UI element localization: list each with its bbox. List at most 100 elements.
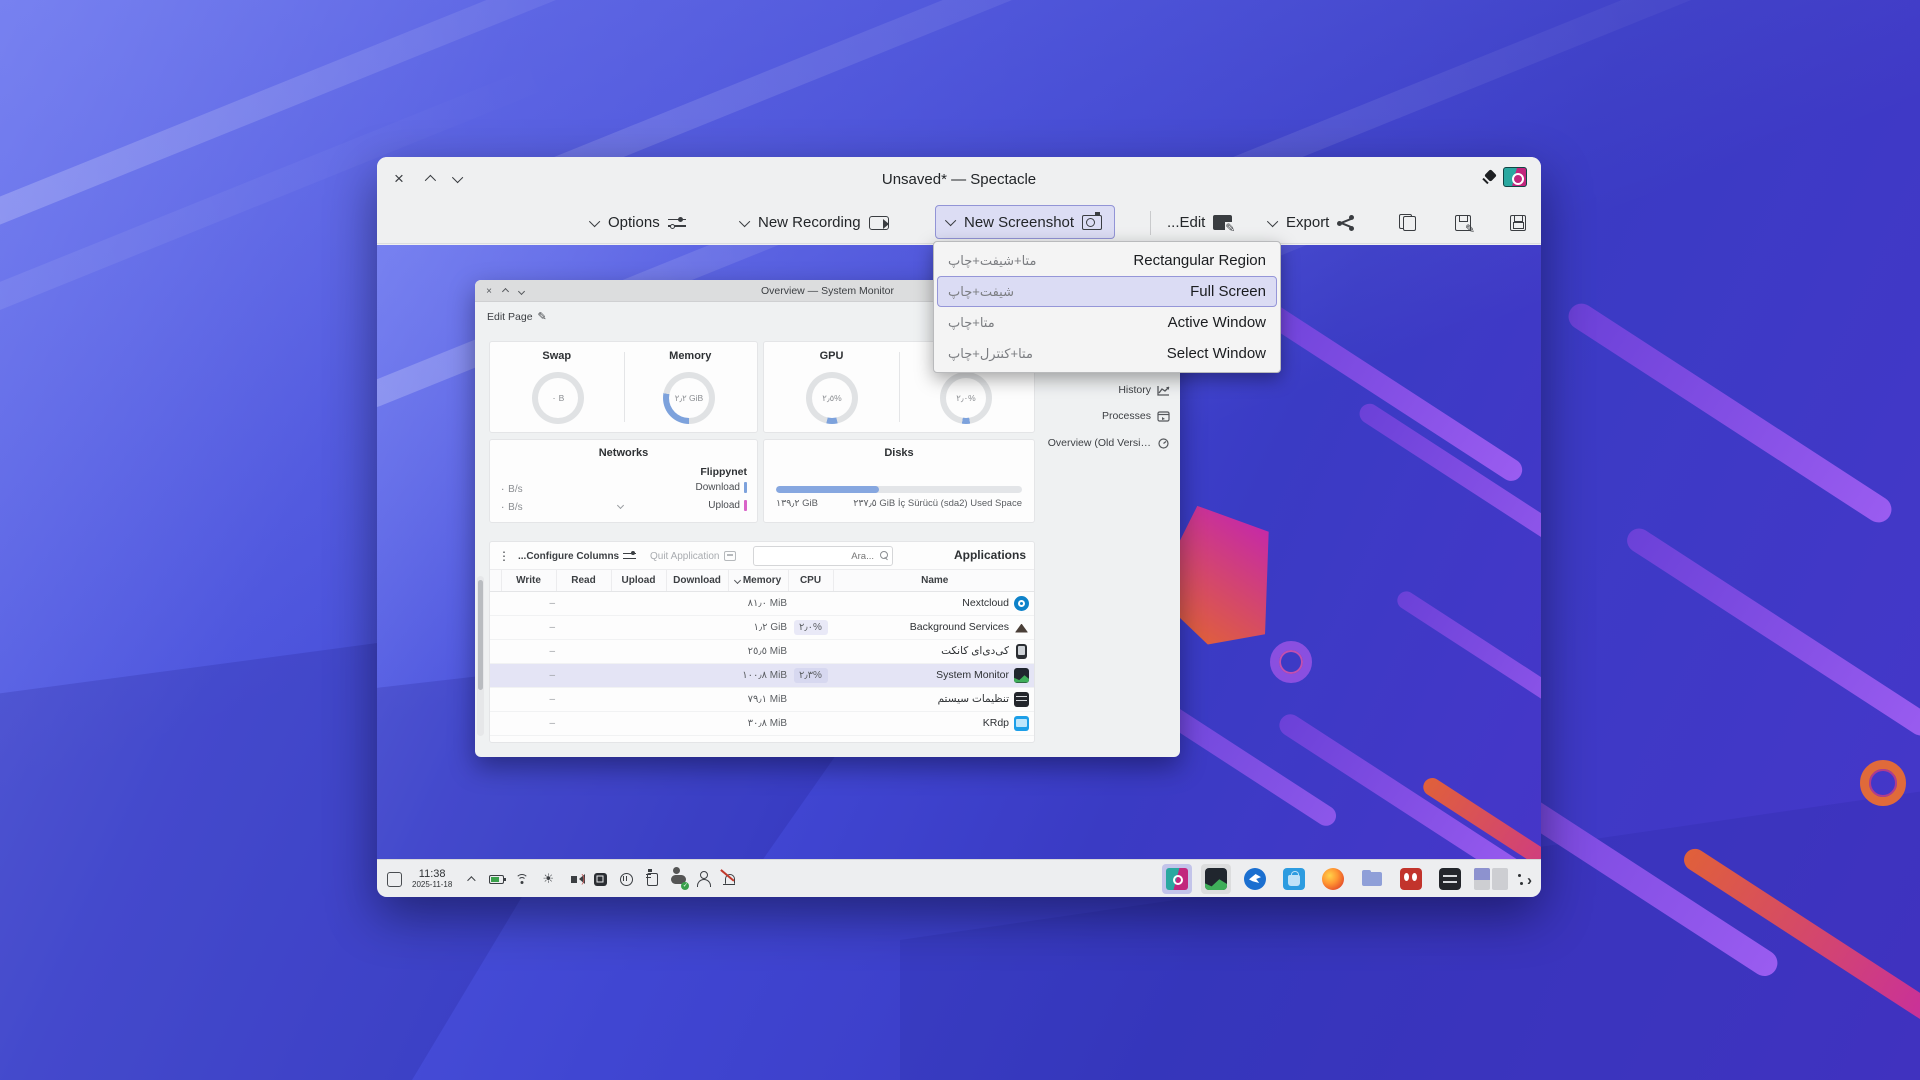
options-button[interactable]: Options	[592, 201, 686, 244]
menu-item-full-screen[interactable]: شيفت+چاپ Full Screen	[937, 276, 1277, 307]
memory-gauge: ٢٫٢ GiB	[663, 372, 715, 424]
col-cpu[interactable]: CPU	[788, 570, 833, 591]
task-kde-app	[1240, 864, 1270, 894]
pin-icon[interactable]	[1479, 171, 1495, 187]
save-button[interactable]	[1510, 201, 1526, 244]
eyes-app-icon	[1400, 868, 1422, 890]
wifi-icon	[514, 871, 530, 887]
spectacle-titlebar[interactable]: × Unsaved* — Spectacle	[377, 157, 1541, 201]
save-as-button[interactable]	[1455, 201, 1471, 244]
new-recording-label: New Recording	[758, 214, 861, 231]
edit-page-button: Edit Page ✎	[487, 310, 547, 323]
show-desktop-icon: ›	[1517, 871, 1533, 887]
upload-legend-bar	[744, 500, 747, 511]
task-spectacle	[1162, 864, 1192, 894]
menu-item-active-window[interactable]: متا+چاپ Active Window	[937, 307, 1277, 338]
system-monitor-task-icon	[1205, 868, 1227, 890]
disks-title: Disks	[764, 447, 1034, 459]
copy-button[interactable]	[1399, 201, 1416, 244]
overflow-menu-button[interactable]: ⋮	[498, 542, 510, 570]
wallpaper-rod	[1564, 299, 1897, 528]
sidebar-item-history[interactable]: History	[1118, 384, 1170, 396]
col-read[interactable]: Read	[556, 570, 611, 591]
col-name[interactable]: Name	[833, 570, 1035, 591]
gpu-value: ٢٫٥%	[822, 393, 841, 404]
settings-dark-icon	[1439, 868, 1461, 890]
card-divider	[899, 352, 900, 422]
table-row[interactable]: – ٢٥٫٥ MiB کی‌دی‌ای کانکت	[490, 639, 1035, 663]
kde-app-icon	[1244, 868, 1266, 890]
menu-item-label: Rectangular Region	[1133, 252, 1266, 269]
share-icon	[1337, 215, 1355, 231]
pencil-icon: ✎	[538, 310, 547, 323]
sidebar-item-processes[interactable]: Processes	[1102, 410, 1170, 422]
configure-columns-button[interactable]: ...Configure Columns	[518, 542, 636, 570]
swap-memory-card: Swap ٠ B Memory ٢٫٢ GiB	[489, 341, 758, 433]
menu-item-label: Full Screen	[1190, 283, 1266, 300]
history-chart-icon	[1157, 385, 1170, 396]
spectacle-window: × Unsaved* — Spectacle Options New Recor…	[377, 157, 1541, 897]
search-field[interactable]	[753, 546, 893, 566]
disk-usage-text: ١٣٩٫٢ GiB ٢٣٧٫٥ GiB İç Sürücü (sda2) Use…	[776, 498, 1022, 509]
toolbar-separator	[1150, 211, 1151, 235]
scrollbar-thumb[interactable]	[478, 580, 483, 690]
upload-value: ٠ B/s	[500, 502, 523, 513]
table-header-row: Write Read Upload Download Memory CPU Na…	[490, 570, 1035, 591]
task-dolphin	[1357, 864, 1387, 894]
shortcut-label: متا+شيفت+چاپ	[948, 253, 1036, 269]
edit-button[interactable]: ...Edit	[1167, 201, 1232, 244]
save-icon	[1510, 215, 1526, 231]
gpu-gauge: ٢٫٥%	[806, 372, 858, 424]
applications-title: Applications	[954, 548, 1026, 562]
gpu-title: GPU	[764, 350, 899, 362]
sliders-icon	[623, 551, 636, 561]
copy-icon	[1399, 214, 1416, 231]
chevron-down-icon	[1267, 215, 1278, 226]
chevron-down-icon	[739, 215, 750, 226]
task-settings	[1435, 864, 1465, 894]
memory-value: ٢٫٢ GiB	[675, 393, 703, 404]
wallpaper-rod	[1623, 524, 1920, 740]
videocam-icon	[869, 216, 889, 230]
table-scrollbar[interactable]	[477, 576, 484, 736]
table-row[interactable]: – ٣٠٫٨ MiB KRdp	[490, 711, 1035, 735]
col-upload[interactable]: Upload	[611, 570, 666, 591]
table-row[interactable]: – ٨١٫٠ MiB Nextcloud	[490, 591, 1035, 615]
col-write[interactable]: Write	[501, 570, 556, 591]
taskbar-right: ›	[1162, 860, 1533, 897]
menu-item-select-window[interactable]: متا+كنترل+چاپ Select Window	[937, 338, 1277, 369]
media-tray-icon	[592, 871, 608, 887]
table-row[interactable]: – ١٫٢ GiB ٢٫٠% Background Services	[490, 615, 1035, 639]
disks-card: Disks ١٣٩٫٢ GiB ٢٣٧٫٥ GiB İç Sürücü (sda…	[763, 439, 1035, 523]
search-input[interactable]	[754, 547, 892, 565]
menu-item-rectangular-region[interactable]: متا+شيفت+چاپ Rectangular Region	[937, 245, 1277, 276]
expand-tray-icon	[462, 871, 478, 887]
quit-application-button[interactable]: Quit Application	[650, 542, 736, 570]
processes-label: Processes	[1102, 410, 1151, 422]
col-download[interactable]: Download	[666, 570, 728, 591]
sidebar-item-overview-old[interactable]: Overview (Old Versi…	[1048, 437, 1170, 449]
window-title: Unsaved* — Spectacle	[377, 157, 1541, 201]
history-label: History	[1118, 384, 1151, 396]
virtual-desktop-pager	[1474, 868, 1508, 890]
user-icon	[696, 871, 712, 887]
new-recording-button[interactable]: New Recording	[742, 201, 889, 244]
export-button[interactable]: Export	[1270, 201, 1355, 244]
options-label: Options	[608, 214, 660, 231]
new-screenshot-button[interactable]: New Screenshot	[935, 205, 1115, 239]
configure-columns-label: ...Configure Columns	[518, 551, 619, 562]
shortcut-label: شيفت+چاپ	[948, 284, 1014, 300]
table-row-selected[interactable]: – ١٠٠٫٨ MiB ٢٫٣% System Monitor	[490, 663, 1035, 687]
swap-value: ٠ B	[552, 393, 565, 404]
system-settings-icon	[1014, 692, 1029, 707]
chevron-down-icon	[589, 215, 600, 226]
edit-image-icon	[1213, 215, 1232, 230]
wallpaper-ring	[1270, 641, 1312, 683]
swap-title: Swap	[490, 350, 624, 362]
nextcloud-icon	[1014, 596, 1029, 611]
col-memory[interactable]: Memory	[728, 570, 788, 591]
spectacle-toolbar: Options New Recording New Screenshot ...…	[377, 201, 1541, 244]
table-row[interactable]: – ٧٩٫١ MiB تنظیمات سیستم	[490, 687, 1035, 711]
chevron-down-icon	[617, 502, 624, 509]
applications-table: Write Read Upload Download Memory CPU Na…	[490, 570, 1035, 736]
